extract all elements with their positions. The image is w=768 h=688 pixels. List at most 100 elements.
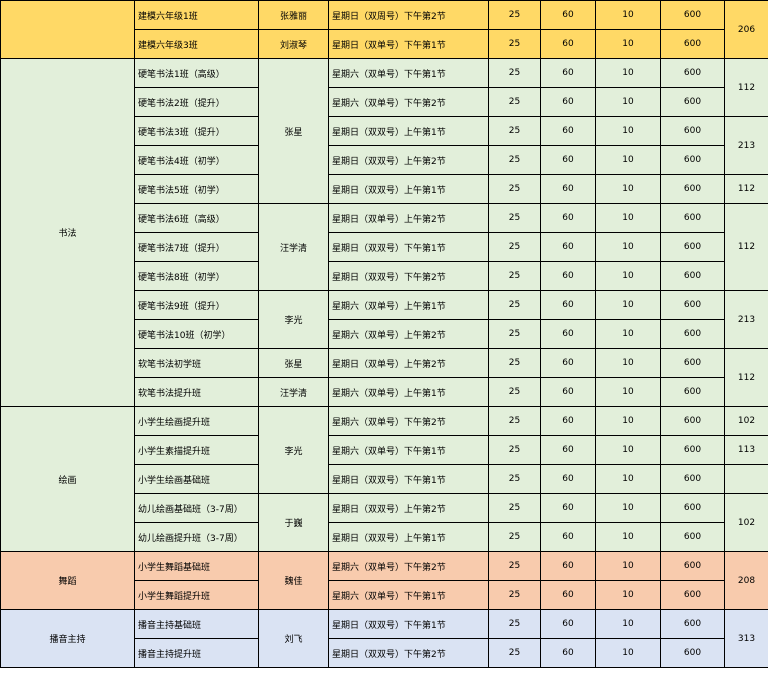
- value-cell-c2: 60: [540, 609, 596, 639]
- value-cell-c1: 25: [488, 203, 541, 233]
- value-cell-c2: 60: [540, 464, 596, 494]
- class-name-cell: 小学生素描提升班: [134, 435, 259, 465]
- value-cell-c3: 10: [595, 232, 661, 262]
- subject-cell: 绘画: [0, 406, 135, 552]
- value-cell-c1: 25: [488, 493, 541, 523]
- teacher-cell: 李光: [258, 290, 329, 349]
- value-cell-c2: 60: [540, 290, 596, 320]
- value-cell-c2: 60: [540, 116, 596, 146]
- class-name-cell: 硬笔书法8班（初学）: [134, 261, 259, 291]
- time-cell: 星期日（双双号）上午第1节: [328, 174, 489, 204]
- value-cell-c3: 10: [595, 116, 661, 146]
- value-cell-c3: 10: [595, 58, 661, 88]
- class-name-cell: 播音主持提升班: [134, 638, 259, 668]
- value-cell-c1: 25: [488, 174, 541, 204]
- teacher-cell: 张星: [258, 58, 329, 204]
- room-cell: 213: [724, 290, 768, 349]
- time-cell: 星期日（双单号）上午第2节: [328, 348, 489, 378]
- value-cell-c1: 25: [488, 377, 541, 407]
- value-cell-c1: 25: [488, 232, 541, 262]
- teacher-cell: 魏佳: [258, 551, 329, 610]
- table-row: 舞蹈 小学生舞蹈基础班 魏佳 星期六（双单号）下午第2节 25 60 10 600 208: [0, 551, 768, 610]
- class-name-cell: 建模六年级3班: [134, 29, 259, 59]
- room-cell: 112: [724, 203, 768, 291]
- subject-cell: 书法: [0, 58, 135, 407]
- value-cell-c2: 60: [540, 261, 596, 291]
- value-cell-c2: 60: [540, 493, 596, 523]
- time-cell: 星期六（双单号）上午第1节: [328, 377, 489, 407]
- value-cell-c1: 25: [488, 580, 541, 610]
- room-cell: 102: [724, 406, 768, 436]
- class-name-cell: 硬笔书法2班（提升）: [134, 87, 259, 117]
- value-cell-c1: 25: [488, 261, 541, 291]
- time-cell: 星期日（双双号）下午第1节: [328, 464, 489, 494]
- value-cell-c1: 25: [488, 87, 541, 117]
- room-cell: 213: [724, 116, 768, 175]
- value-cell-c4: 600: [660, 348, 725, 378]
- time-cell: 星期日（双双号）上午第2节: [328, 145, 489, 175]
- value-cell-c3: 10: [595, 377, 661, 407]
- value-cell-c1: 25: [488, 290, 541, 320]
- room-cell: [724, 464, 768, 494]
- class-name-cell: 硬笔书法4班（初学）: [134, 145, 259, 175]
- value-cell-c3: 10: [595, 290, 661, 320]
- teacher-cell: 于巍: [258, 493, 329, 552]
- value-cell-c2: 60: [540, 87, 596, 117]
- value-cell-c4: 600: [660, 0, 725, 30]
- value-cell-c1: 25: [488, 435, 541, 465]
- value-cell-c1: 25: [488, 29, 541, 59]
- value-cell-c4: 600: [660, 551, 725, 581]
- value-cell-c4: 600: [660, 290, 725, 320]
- value-cell-c4: 600: [660, 522, 725, 552]
- value-cell-c1: 25: [488, 0, 541, 30]
- class-name-cell: 硬笔书法5班（初学）: [134, 174, 259, 204]
- value-cell-c2: 60: [540, 348, 596, 378]
- class-name-cell: 建模六年级1班: [134, 0, 259, 30]
- value-cell-c1: 25: [488, 319, 541, 349]
- class-name-cell: 小学生舞蹈提升班: [134, 580, 259, 610]
- time-cell: 星期六（双单号）下午第1节: [328, 580, 489, 610]
- value-cell-c3: 10: [595, 493, 661, 523]
- room-cell: 313: [724, 609, 768, 668]
- value-cell-c3: 10: [595, 261, 661, 291]
- class-name-cell: 幼儿绘画提升班（3-7周）: [134, 522, 259, 552]
- class-name-cell: 播音主持基础班: [134, 609, 259, 639]
- value-cell-c1: 25: [488, 116, 541, 146]
- value-cell-c2: 60: [540, 58, 596, 88]
- value-cell-c3: 10: [595, 0, 661, 30]
- class-name-cell: 硬笔书法10班（初学）: [134, 319, 259, 349]
- value-cell-c1: 25: [488, 348, 541, 378]
- teacher-cell: 张星: [258, 348, 329, 378]
- value-cell-c1: 25: [488, 609, 541, 639]
- value-cell-c3: 10: [595, 609, 661, 639]
- table-row: 播音主持 播音主持基础班 刘飞 星期日（双双号）下午第1节 25 60 10 600 313: [0, 609, 768, 668]
- value-cell-c2: 60: [540, 406, 596, 436]
- value-cell-c4: 600: [660, 87, 725, 117]
- time-cell: 星期日（双双号）下午第2节: [328, 261, 489, 291]
- time-cell: 星期日（双单号）上午第2节: [328, 203, 489, 233]
- room-cell: 102: [724, 493, 768, 552]
- table-row: 建模六年级1班 张雅丽 星期日（双周号）下午第2节 25 60 10 600 206: [0, 0, 768, 59]
- class-name-cell: 硬笔书法3班（提升）: [134, 116, 259, 146]
- class-name-cell: 小学生绘画基础班: [134, 464, 259, 494]
- value-cell-c4: 600: [660, 406, 725, 436]
- value-cell-c4: 600: [660, 116, 725, 146]
- class-name-cell: 软笔书法初学班: [134, 348, 259, 378]
- value-cell-c4: 600: [660, 435, 725, 465]
- value-cell-c1: 25: [488, 464, 541, 494]
- value-cell-c4: 600: [660, 638, 725, 668]
- time-cell: 星期六（双单号）下午第2节: [328, 87, 489, 117]
- class-name-cell: 小学生绘画提升班: [134, 406, 259, 436]
- value-cell-c4: 600: [660, 145, 725, 175]
- schedule-table: 建模六年级1班 张雅丽 星期日（双周号）下午第2节 25 60 10 600 206 建模六年级…: [0, 0, 768, 668]
- value-cell-c3: 10: [595, 319, 661, 349]
- time-cell: 星期日（双双号）上午第1节: [328, 522, 489, 552]
- value-cell-c2: 60: [540, 174, 596, 204]
- value-cell-c4: 600: [660, 319, 725, 349]
- time-cell: 星期六（双单号）下午第2节: [328, 551, 489, 581]
- room-cell: 112: [724, 174, 768, 204]
- room-cell: 208: [724, 551, 768, 610]
- value-cell-c4: 600: [660, 203, 725, 233]
- room-cell: 206: [724, 0, 768, 59]
- value-cell-c4: 600: [660, 58, 725, 88]
